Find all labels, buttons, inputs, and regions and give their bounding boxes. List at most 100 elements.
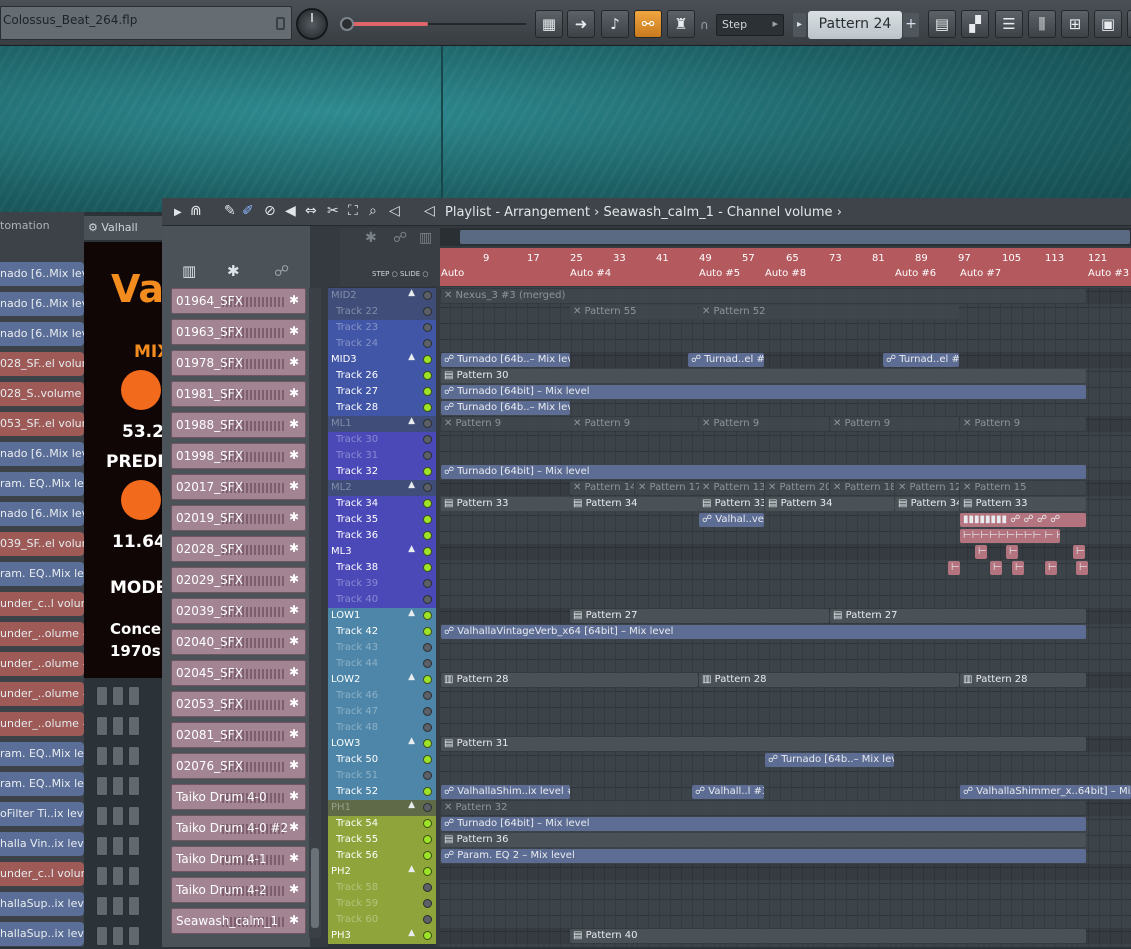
track-mute-led[interactable] (423, 883, 432, 892)
pattern-clip[interactable]: ▥ Pattern 28 (960, 673, 1086, 687)
track-header[interactable]: Track 51 (328, 768, 436, 784)
track-mute-led[interactable] (423, 835, 432, 844)
track-mute-led[interactable] (423, 403, 432, 412)
predelay-knob[interactable] (121, 480, 161, 520)
automation-clip-item[interactable]: 028_S..volume #2 (0, 382, 84, 406)
track-mute-led[interactable] (423, 387, 432, 396)
pattern-clip[interactable]: ▤ Pattern 33 (960, 497, 1086, 511)
automation-clip-item[interactable]: oFilter Ti..ix level (0, 802, 84, 826)
pattern-clip[interactable]: ✕ Pattern 17 (635, 481, 699, 495)
arrangement-overview[interactable] (440, 228, 1131, 246)
picker-item[interactable]: 02076_SFX ✱ (171, 753, 306, 779)
slider-thumb[interactable] (340, 17, 354, 31)
picker-item[interactable]: 02081_SFX ✱ (171, 722, 306, 748)
automation-clip-item[interactable]: under_..olume #4 (0, 712, 84, 736)
track-group-header[interactable]: LOW2 ▲ (328, 672, 436, 688)
playlist-channel-name[interactable]: Seawash_calm_1 - Channel volume (603, 205, 832, 220)
automation-tab-icon[interactable]: ☍ (274, 262, 289, 280)
link-icon[interactable]: ⚯ (634, 10, 662, 38)
panel-buttons[interactable] (96, 686, 160, 706)
pattern-clip[interactable]: ✕ Pattern 12 (895, 481, 959, 495)
picker-item[interactable]: 02019_SFX ✱ (171, 505, 306, 531)
automation-clip[interactable]: ☍ Turnado [64b..– Mix level (765, 753, 894, 767)
pattern-clip[interactable]: ✕ Pattern 15 (960, 481, 1086, 495)
automation-clip-item[interactable]: 053_SF..el volume (0, 412, 84, 436)
pattern-clip[interactable]: ✕ Pattern 9 (570, 417, 698, 431)
track-mute-led[interactable] (423, 867, 432, 876)
picker-item[interactable]: 02039_SFX ✱ (171, 598, 306, 624)
pattern-clip[interactable]: ✕ Nexus_3 #3 (merged) (441, 289, 1086, 303)
collapse-arrow-icon[interactable]: ▲ (408, 608, 415, 618)
collapse-arrow-icon[interactable]: ▲ (408, 480, 415, 490)
automation-clip[interactable]: ☍ Turnado [64bit] – Mix level (441, 465, 1086, 479)
pattern-clip[interactable]: ✕ Pattern 52 (699, 305, 959, 319)
track-header[interactable]: Track 28 (328, 400, 436, 416)
track-mute-led[interactable] (423, 291, 432, 300)
track-header[interactable]: Track 44 (328, 656, 436, 672)
automation-clip[interactable]: ☍ Turnado [64bit] – Mix level (441, 385, 1086, 399)
track-mute-led[interactable] (423, 851, 432, 860)
automation-clip-item[interactable]: ram. EQ..Mix level (0, 562, 84, 586)
track-header[interactable]: Track 56 (328, 848, 436, 864)
picker-item[interactable]: 02017_SFX ✱ (171, 474, 306, 500)
pattern-clip[interactable]: ✕ Pattern 9 (830, 417, 959, 431)
track-header[interactable]: Track 39 (328, 576, 436, 592)
track-mute-led[interactable] (423, 915, 432, 924)
track-group-header[interactable]: PH2 ▲ (328, 864, 436, 880)
automation-clip-item[interactable]: ram. EQ..Mix level (0, 772, 84, 796)
track-mute-led[interactable] (423, 931, 432, 940)
track-mute-led[interactable] (423, 515, 432, 524)
mute-tool-icon[interactable]: ◀ (285, 203, 296, 219)
paint-tool-icon[interactable]: ✐ (242, 203, 254, 219)
track-header[interactable]: Track 24 (328, 336, 436, 352)
track-mute-led[interactable] (423, 451, 432, 460)
pattern-clip[interactable]: ▤ Pattern 34 (895, 497, 959, 511)
draw-tool-icon[interactable]: ✎ (224, 203, 236, 219)
track-mute-led[interactable] (423, 771, 432, 780)
track-header[interactable]: Track 60 (328, 912, 436, 928)
track-mute-led[interactable] (423, 355, 432, 364)
track-header[interactable]: Track 59 (328, 896, 436, 912)
pattern-clip[interactable]: ▤ Pattern 33 (699, 497, 764, 511)
scrollbar-thumb[interactable] (311, 848, 319, 928)
track-group-header[interactable]: LOW1 ▲ (328, 608, 436, 624)
track-header[interactable]: Track 23 (328, 320, 436, 336)
pattern-clip[interactable]: ✕ Pattern 20 (765, 481, 829, 495)
step-slide-toggles[interactable]: STEP ○ SLIDE ○ (372, 270, 429, 278)
master-pitch-knob[interactable] (296, 8, 328, 40)
picker-item[interactable]: Taiko Drum 4-1 ✱ (171, 846, 306, 872)
automation-clip-item[interactable]: 039_SF..el volume (0, 532, 84, 556)
track-mute-led[interactable] (423, 643, 432, 652)
mix-knob[interactable] (121, 370, 161, 410)
pattern-clip[interactable]: ▤ Pattern 31 (441, 737, 1086, 751)
curve-icon[interactable]: ☍ (393, 230, 407, 246)
master-volume-slider[interactable] (340, 17, 528, 31)
picker-item[interactable]: 01978_SFX ✱ (171, 350, 306, 376)
pattern-clip[interactable]: ⊢ (990, 561, 1002, 575)
automation-clip-item[interactable]: nado [6..Mix level (0, 292, 84, 316)
typing-keyboard-icon[interactable]: ▦ (535, 10, 563, 38)
automation-clip[interactable]: ☍ Valhal..vel (699, 513, 764, 527)
pattern-clip[interactable]: ✕ Pattern 9 (699, 417, 829, 431)
pattern-clip[interactable]: ⊢ (1045, 561, 1057, 575)
track-header[interactable]: Track 43 (328, 640, 436, 656)
pattern-clip[interactable]: ✕ Pattern 9 (441, 417, 570, 431)
playback-tool-icon[interactable]: ◁ (389, 203, 400, 219)
track-header[interactable]: Track 22 (328, 304, 436, 320)
collapse-arrow-icon[interactable]: ▲ (408, 928, 415, 938)
panel-buttons[interactable] (96, 836, 160, 856)
automation-clip[interactable]: ☍ Turnad..el #2 (688, 353, 764, 367)
patterns-tab-icon[interactable]: ▥ (182, 262, 196, 280)
pattern-clip[interactable]: ▤ Pattern 36 (441, 833, 1086, 847)
track-group-header[interactable]: ML1 ▲ (328, 416, 436, 432)
track-header[interactable]: Track 31 (328, 448, 436, 464)
pattern-clip[interactable]: ▤ Pattern 27 (570, 609, 829, 623)
collapse-arrow-icon[interactable]: ▲ (408, 864, 415, 874)
track-mute-led[interactable] (423, 899, 432, 908)
track-header[interactable]: Track 30 (328, 432, 436, 448)
track-group-header[interactable]: MID3 ▲ (328, 352, 436, 368)
channel-rack-icon[interactable]: ☰ (995, 10, 1023, 38)
track-mute-led[interactable] (423, 483, 432, 492)
pattern-clip[interactable]: ⊢ (1076, 561, 1088, 575)
track-header[interactable]: Track 40 (328, 592, 436, 608)
